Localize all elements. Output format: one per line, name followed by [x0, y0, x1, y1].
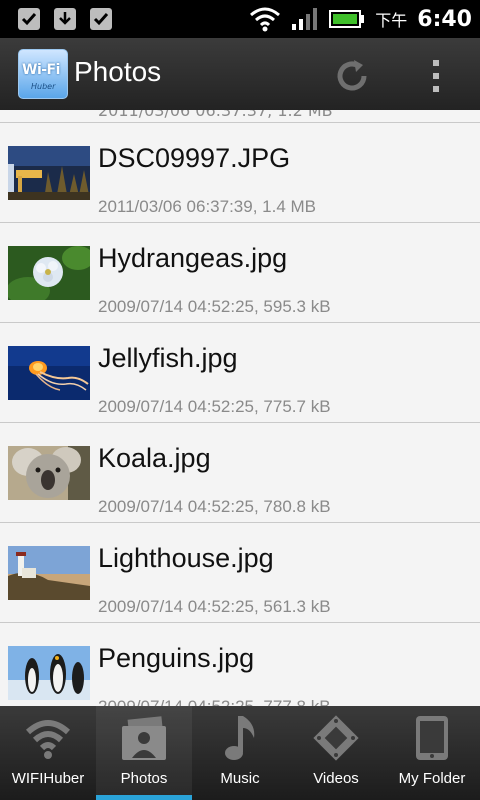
- active-tab-indicator: [96, 795, 192, 800]
- tab-label: Videos: [313, 770, 359, 787]
- list-item[interactable]: Koala.jpg 2009/07/14 04:52:25, 780.8 kB: [0, 422, 480, 523]
- photo-icon: [122, 716, 166, 760]
- list-item[interactable]: DSC09997.JPG 2011/03/06 06:37:39, 1.4 MB: [0, 122, 480, 223]
- file-name: Penguins.jpg: [98, 643, 255, 673]
- list-item[interactable]: Hydrangeas.jpg 2009/07/14 04:52:25, 595.…: [0, 222, 480, 323]
- list-item[interactable]: Lighthouse.jpg 2009/07/14 04:52:25, 561.…: [0, 522, 480, 623]
- clock-time: 6:40: [417, 6, 472, 32]
- file-meta: 2009/07/14 04:52:25, 561.3 kB: [98, 597, 331, 616]
- file-meta: 2009/07/14 04:52:25, 780.8 kB: [98, 497, 331, 516]
- clock-ampm: 下午: [375, 11, 408, 30]
- page-title: Photos: [74, 56, 162, 87]
- tab-wifihuber[interactable]: WIFIHuber: [0, 706, 96, 800]
- notification-icons: [18, 8, 112, 30]
- photo-thumbnail: [8, 646, 90, 700]
- tab-videos[interactable]: Videos: [288, 706, 384, 800]
- tab-label: Music: [220, 770, 260, 787]
- tablet-icon: [416, 716, 448, 760]
- checkbox-icon: [90, 8, 112, 30]
- file-meta: 2009/07/14 04:52:25, 777.8 kB: [98, 697, 331, 706]
- list-item[interactable]: Penguins.jpg 2009/07/14 04:52:25, 777.8 …: [0, 622, 480, 706]
- checkbox-icon: [18, 8, 40, 30]
- file-name: Hydrangeas.jpg: [98, 243, 288, 273]
- wifi-icon: [25, 720, 71, 759]
- tab-my-folder[interactable]: My Folder: [384, 706, 480, 800]
- status-bar: 下午 6:40: [0, 0, 480, 38]
- tab-music[interactable]: Music: [192, 706, 288, 800]
- action-bar: Wi-Fi Huber Photos: [0, 38, 480, 110]
- overflow-menu-icon[interactable]: [428, 58, 444, 94]
- file-meta: 2009/07/14 04:52:25, 775.7 kB: [98, 397, 331, 416]
- file-name: Lighthouse.jpg: [98, 543, 274, 573]
- list-item-partial: 2011/03/06 06:37:37, 1.2 MB: [0, 110, 480, 122]
- bottom-tab-bar: WIFIHuber Photos Music Videos My Folder: [0, 706, 480, 800]
- app-logo[interactable]: Wi-Fi Huber: [18, 49, 68, 99]
- refresh-icon[interactable]: [332, 56, 372, 96]
- film-icon: [313, 715, 359, 761]
- file-name: Koala.jpg: [98, 443, 211, 473]
- list-item-meta: 2011/03/06 06:37:37, 1.2 MB: [98, 110, 333, 120]
- photo-thumbnail: [8, 146, 90, 200]
- file-name: Jellyfish.jpg: [98, 343, 238, 373]
- list-item[interactable]: Jellyfish.jpg 2009/07/14 04:52:25, 775.7…: [0, 322, 480, 423]
- tab-label: Photos: [120, 770, 168, 787]
- photo-thumbnail: [8, 446, 90, 500]
- logo-text: Wi-Fi: [22, 62, 60, 78]
- music-note-icon: [225, 716, 255, 760]
- tab-label: WIFIHuber: [11, 770, 85, 787]
- tab-photos[interactable]: Photos: [96, 706, 192, 800]
- file-name: DSC09997.JPG: [98, 143, 291, 173]
- battery-icon: [329, 10, 365, 28]
- file-meta: 2009/07/14 04:52:25, 595.3 kB: [98, 297, 331, 316]
- signal-icon: [292, 8, 318, 30]
- download-icon: [54, 8, 76, 30]
- file-meta: 2011/03/06 06:37:39, 1.4 MB: [98, 197, 317, 216]
- wifi-icon: [250, 7, 281, 32]
- photo-thumbnail: [8, 546, 90, 600]
- photo-thumbnail: [8, 246, 90, 300]
- tab-label: My Folder: [398, 770, 466, 787]
- photo-list[interactable]: 2011/03/06 06:37:37, 1.2 MB DSC09997.JPG…: [0, 110, 480, 706]
- logo-subtext: Huber: [31, 82, 56, 91]
- photo-thumbnail: [8, 346, 90, 400]
